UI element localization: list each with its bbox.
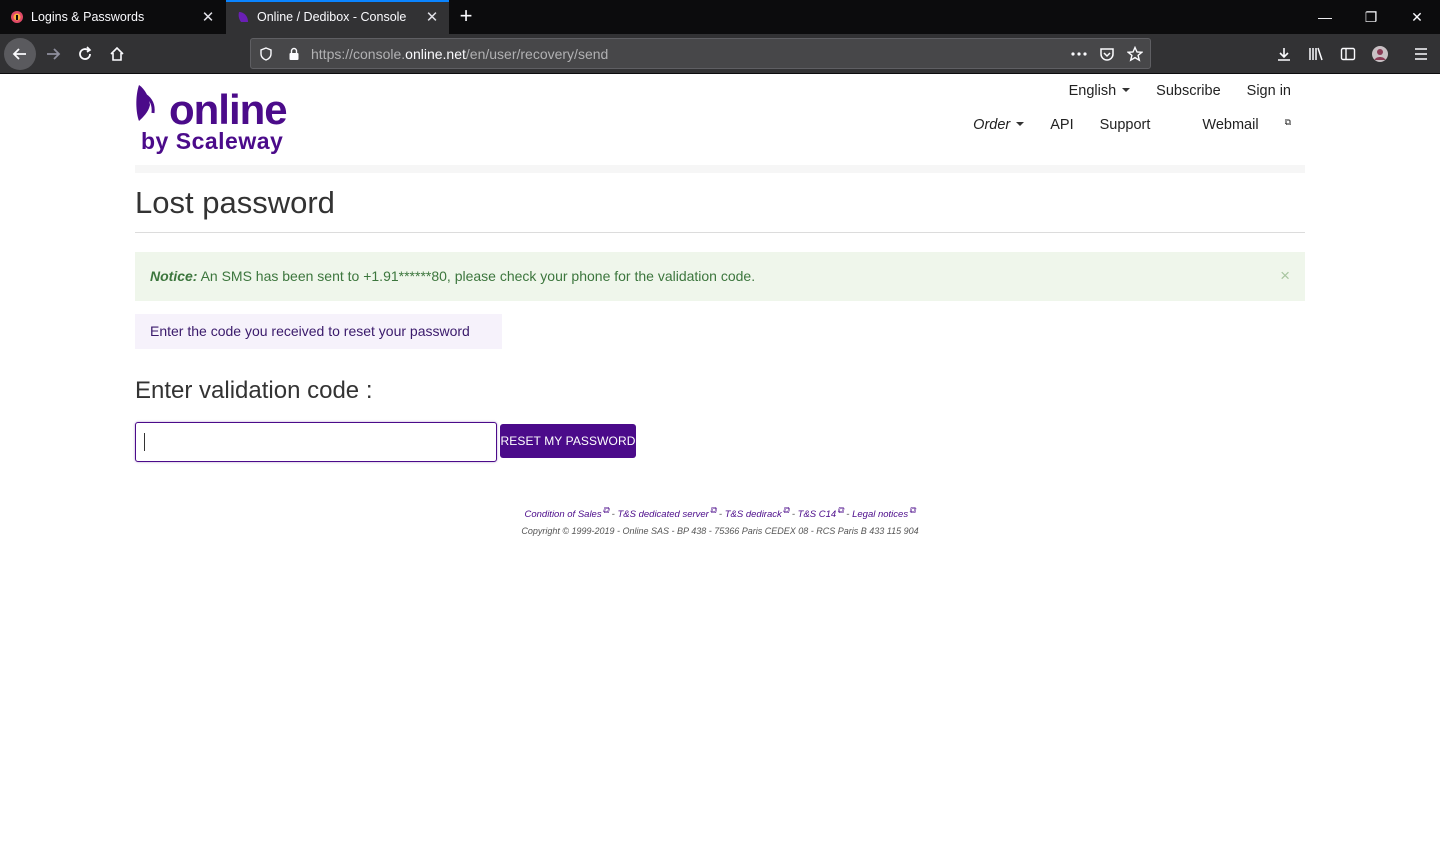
sms-notice-alert: Notice: An SMS has been sent to +1.91***… xyxy=(135,252,1305,301)
main-nav: Order API Support Webmail ⧉ xyxy=(921,117,1291,133)
webmail-link[interactable]: Webmail ⧉ xyxy=(1176,117,1291,133)
subscribe-link[interactable]: Subscribe xyxy=(1156,83,1220,99)
close-tab-icon[interactable]: ✕ xyxy=(199,8,217,26)
reset-password-button[interactable]: RESET MY PASSWORD xyxy=(500,424,636,458)
browser-tab-bar: Logins & Passwords ✕ Online / Dedibox - … xyxy=(0,0,1440,34)
language-dropdown[interactable]: English xyxy=(1043,83,1131,99)
bookmark-star-icon[interactable] xyxy=(1127,46,1143,62)
svg-text:online: online xyxy=(169,86,287,133)
svg-text:by Scaleway: by Scaleway xyxy=(141,128,283,154)
close-notice-icon[interactable]: × xyxy=(1280,266,1290,286)
caret-down-icon xyxy=(1016,122,1025,126)
tab-online-console[interactable]: Online / Dedibox - Console ✕ xyxy=(226,0,449,34)
top-nav: English Subscribe Sign in xyxy=(1017,83,1291,99)
menu-hamburger-icon[interactable] xyxy=(1405,38,1437,70)
caret-down-icon xyxy=(1122,88,1131,92)
instruction-box: Enter the code you received to reset you… xyxy=(135,314,502,349)
order-dropdown[interactable]: Order xyxy=(947,117,1025,133)
validation-code-heading: Enter validation code : xyxy=(135,377,373,404)
more-actions-icon[interactable] xyxy=(1071,46,1087,62)
download-icon[interactable] xyxy=(1268,38,1300,70)
url-bar[interactable]: https://console.online.net/en/user/recov… xyxy=(250,38,1151,69)
footer-link-ts-c14[interactable]: T&S C14⧉ xyxy=(798,505,844,520)
tab-logins-passwords[interactable]: Logins & Passwords ✕ xyxy=(0,0,225,34)
online-favicon-icon xyxy=(235,9,251,25)
validation-code-input[interactable] xyxy=(135,422,497,462)
forward-arrow-icon[interactable] xyxy=(37,38,69,70)
back-arrow-icon[interactable] xyxy=(4,38,36,70)
library-icon[interactable] xyxy=(1300,38,1332,70)
lockwise-icon xyxy=(9,9,25,25)
shield-icon[interactable] xyxy=(258,46,274,62)
tab-title: Online / Dedibox - Console xyxy=(257,10,407,24)
online-logo[interactable]: online by Scaleway xyxy=(135,83,305,158)
support-link[interactable]: Support xyxy=(1100,117,1151,133)
sign-in-link[interactable]: Sign in xyxy=(1247,83,1291,99)
lock-icon[interactable] xyxy=(286,46,302,62)
text-cursor xyxy=(144,433,145,451)
api-link[interactable]: API xyxy=(1050,117,1073,133)
minimize-icon[interactable]: — xyxy=(1302,0,1348,34)
instruction-text: Enter the code you received to reset you… xyxy=(150,323,470,339)
footer-links: Condition of Sales⧉ - T&S dedicated serv… xyxy=(524,505,916,520)
footer-link-condition-of-sales[interactable]: Condition of Sales⧉ xyxy=(524,505,609,520)
copyright-text: Copyright © 1999-2019 - Online SAS - BP … xyxy=(521,526,919,536)
footer-link-ts-dedirack[interactable]: T&S dedirack⧉ xyxy=(725,505,789,520)
pocket-icon[interactable] xyxy=(1099,46,1115,62)
browser-toolbar: https://console.online.net/en/user/recov… xyxy=(0,34,1440,74)
page-title: Lost password xyxy=(135,185,335,220)
header-divider-strip xyxy=(135,165,1305,173)
url-text[interactable]: https://console.online.net/en/user/recov… xyxy=(311,46,608,62)
close-window-icon[interactable]: ✕ xyxy=(1394,0,1440,34)
home-icon[interactable] xyxy=(101,38,133,70)
footer-link-legal-notices[interactable]: Legal notices⧉ xyxy=(852,505,915,520)
notice-label: Notice: xyxy=(150,268,198,284)
page-content: online by Scaleway English Subscribe Sig… xyxy=(0,75,1440,860)
close-tab-icon[interactable]: ✕ xyxy=(423,8,441,26)
external-link-icon: ⧉ xyxy=(1284,117,1291,127)
external-link-icon: ⧉ xyxy=(909,505,916,515)
restore-icon[interactable]: ❐ xyxy=(1348,0,1394,34)
tab-title: Logins & Passwords xyxy=(31,10,145,24)
account-avatar-icon[interactable] xyxy=(1364,38,1396,70)
footer-link-ts-dedicated-server[interactable]: T&S dedicated server⧉ xyxy=(617,505,716,520)
title-divider xyxy=(135,232,1305,233)
reload-icon[interactable] xyxy=(69,38,101,70)
sidebar-icon[interactable] xyxy=(1332,38,1364,70)
notice-message: An SMS has been sent to +1.91******80, p… xyxy=(197,268,756,284)
new-tab-icon[interactable]: + xyxy=(455,5,477,27)
